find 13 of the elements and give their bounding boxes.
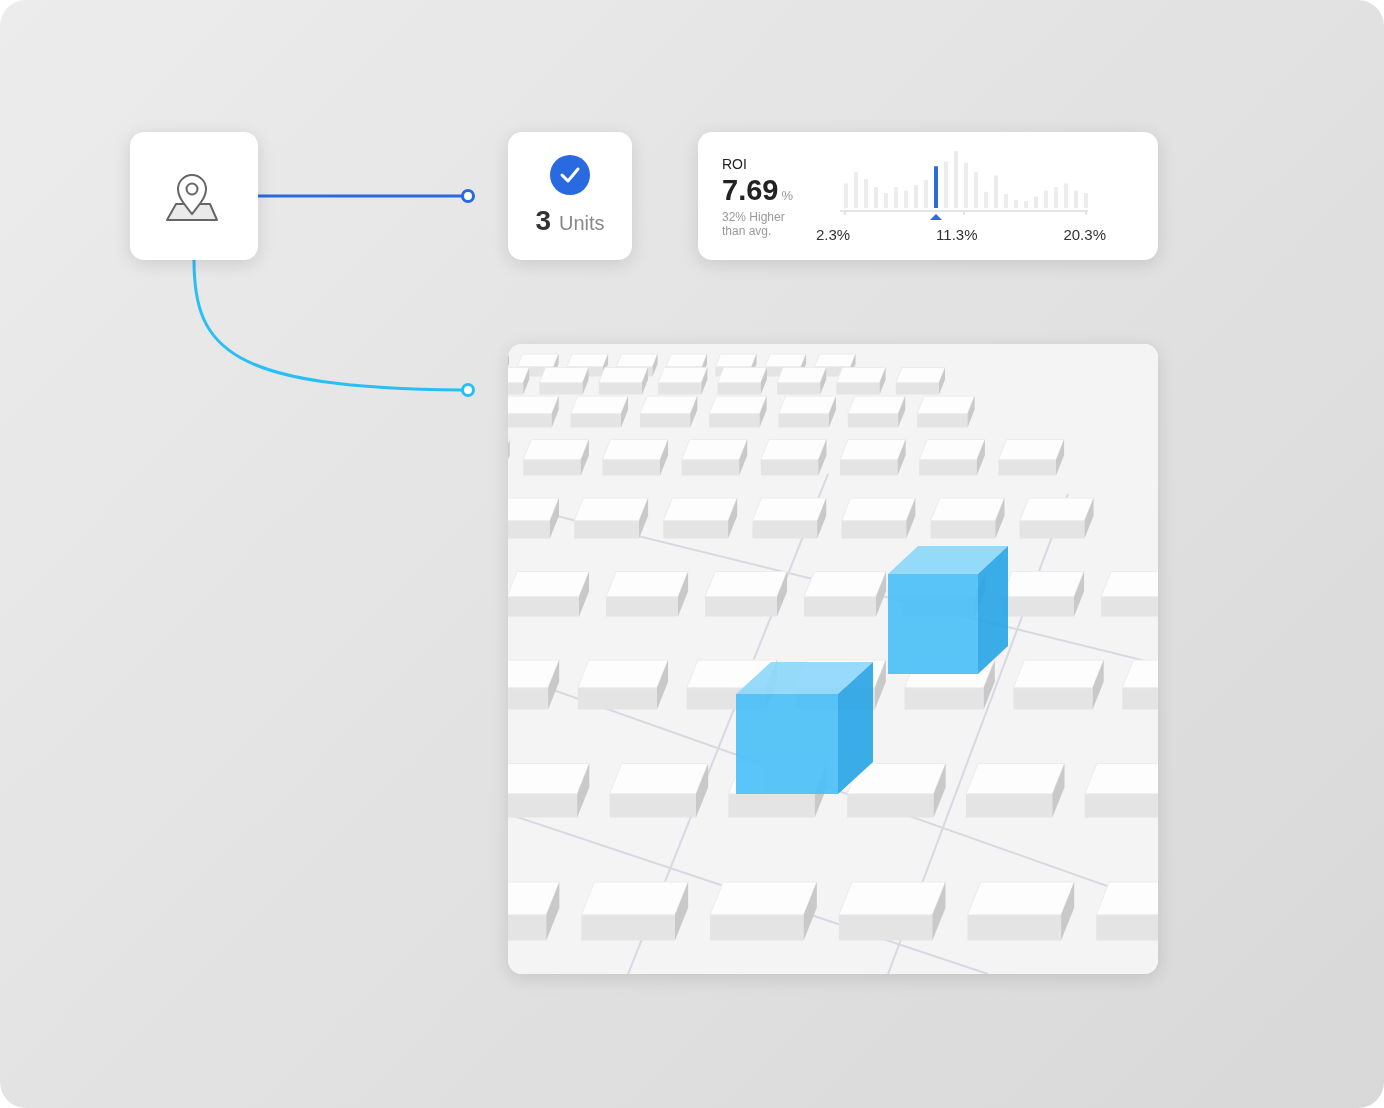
units-label: Units <box>559 212 605 235</box>
location-card[interactable] <box>130 132 258 260</box>
roi-unit: % <box>781 188 793 203</box>
roi-value: 7.69 <box>722 174 779 207</box>
axis-label: 20.3% <box>1063 226 1106 243</box>
histogram-bar <box>934 166 938 208</box>
check-icon <box>550 155 590 195</box>
axis-label: 11.3% <box>936 226 978 243</box>
roi-note: 32% Higher than avg. <box>722 211 786 239</box>
roi-title: ROI <box>722 156 748 172</box>
axis-label: 2.3% <box>816 226 851 243</box>
triangle-marker-icon <box>930 214 942 220</box>
units-count: 3 <box>535 205 551 237</box>
